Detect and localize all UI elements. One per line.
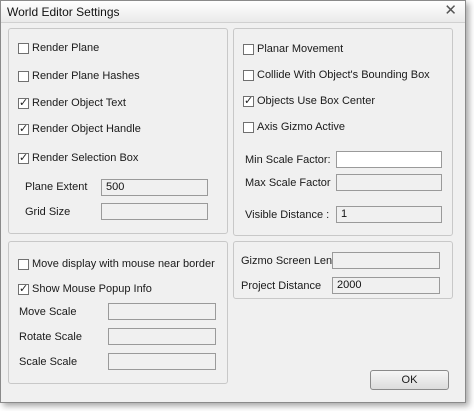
objects-use-box-center-checkbox[interactable]: Objects Use Box Center (243, 94, 375, 107)
planar-movement-box[interactable] (243, 43, 254, 55)
project-distance-label: Project Distance (241, 280, 322, 292)
render-plane-hashes-box[interactable] (18, 70, 29, 82)
scale-scale-label: Scale Scale (19, 356, 78, 368)
planar-movement-label: Planar Movement (257, 43, 344, 55)
objects-use-box-center-label: Objects Use Box Center (257, 95, 375, 107)
planar-movement-checkbox[interactable]: Planar Movement (243, 43, 343, 55)
show-mouse-popup-box[interactable] (18, 282, 29, 295)
render-selection-box-box[interactable] (18, 151, 29, 164)
axis-gizmo-active-box[interactable] (243, 121, 254, 133)
grid-size-label: Grid Size (25, 206, 71, 218)
render-object-text-box[interactable] (18, 96, 29, 109)
render-plane-hashes-checkbox[interactable]: Render Plane Hashes (18, 70, 140, 82)
min-scale-factor-input[interactable] (336, 151, 442, 168)
visible-distance-label: Visible Distance : (245, 209, 330, 221)
render-plane-checkbox[interactable]: Render Plane (18, 42, 99, 54)
render-object-text-label: Render Object Text (32, 97, 126, 109)
axis-gizmo-active-checkbox[interactable]: Axis Gizmo Active (243, 121, 345, 133)
collide-bounding-box-checkbox[interactable]: Collide With Object's Bounding Box (243, 69, 430, 81)
move-display-border-box[interactable] (18, 258, 29, 270)
render-plane-hashes-label: Render Plane Hashes (32, 70, 140, 82)
show-mouse-popup-label: Show Mouse Popup Info (32, 283, 152, 295)
render-object-handle-label: Render Object Handle (32, 123, 141, 135)
rotate-scale-label: Rotate Scale (19, 331, 82, 343)
render-object-handle-box[interactable] (18, 122, 29, 135)
collide-bounding-box-label: Collide With Object's Bounding Box (257, 69, 430, 81)
min-scale-factor-label: Min Scale Factor: (245, 154, 331, 166)
max-scale-factor-label: Max Scale Factor (245, 177, 331, 189)
close-icon[interactable]: ✕ (444, 2, 457, 20)
gizmo-screen-len-label: Gizmo Screen Len (241, 255, 333, 267)
project-distance-input[interactable]: 2000 (332, 277, 440, 294)
dialog-title: World Editor Settings (7, 5, 120, 19)
render-selection-box-checkbox[interactable]: Render Selection Box (18, 151, 139, 164)
objects-use-box-center-box[interactable] (243, 94, 254, 107)
move-scale-input[interactable] (108, 303, 216, 320)
move-scale-label: Move Scale (19, 306, 77, 318)
render-selection-box-label: Render Selection Box (32, 152, 139, 164)
render-object-text-checkbox[interactable]: Render Object Text (18, 96, 126, 109)
render-object-handle-checkbox[interactable]: Render Object Handle (18, 122, 141, 135)
render-plane-label: Render Plane (32, 42, 100, 54)
show-mouse-popup-checkbox[interactable]: Show Mouse Popup Info (18, 282, 152, 295)
move-display-border-label: Move display with mouse near border (32, 258, 215, 270)
rotate-scale-input[interactable] (108, 328, 216, 345)
visible-distance-input[interactable]: 1 (336, 206, 442, 223)
plane-extent-label: Plane Extent (25, 181, 88, 193)
ok-button[interactable]: OK (370, 370, 449, 390)
max-scale-factor-input[interactable] (336, 174, 442, 191)
title-bar[interactable]: World Editor Settings ✕ (1, 1, 465, 23)
collide-bounding-box-box[interactable] (243, 69, 254, 81)
move-display-border-checkbox[interactable]: Move display with mouse near border (18, 258, 215, 270)
settings-dialog: World Editor Settings ✕ Render Plane Ren… (0, 0, 466, 403)
plane-extent-input[interactable]: 500 (101, 179, 208, 196)
scale-scale-input[interactable] (108, 353, 216, 370)
axis-gizmo-active-label: Axis Gizmo Active (257, 121, 346, 133)
render-plane-box[interactable] (18, 42, 29, 54)
grid-size-input[interactable] (101, 203, 208, 220)
gizmo-screen-len-input[interactable] (332, 252, 440, 269)
